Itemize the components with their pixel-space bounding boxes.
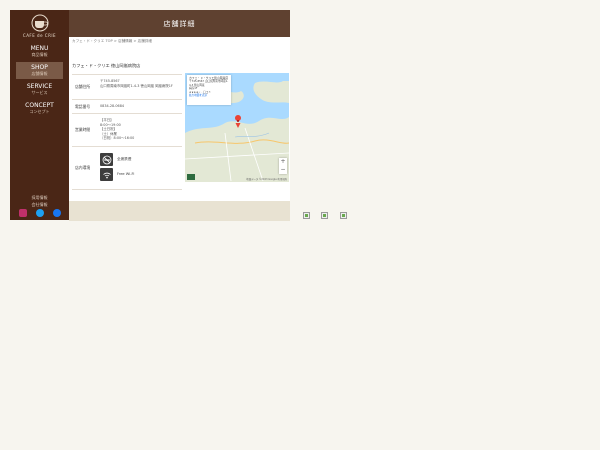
cup-logo-icon [31, 14, 48, 32]
nav-item-sublabel: コンセプト [29, 109, 50, 114]
nav-item-label: CONCEPT [25, 102, 54, 109]
side-links: 採用情報 会社情報 [10, 194, 69, 208]
wifi-icon [100, 168, 113, 181]
footer-band [69, 201, 290, 221]
nav-item-sublabel: 店舗情報 [31, 71, 48, 76]
phone-value[interactable]: 0834-28-0684 [98, 100, 182, 113]
twitter-icon[interactable] [35, 209, 44, 217]
nav-item-sublabel: サービス [31, 90, 48, 95]
table-row: 店内環境 全席禁煙 Free Wi-Fi [72, 147, 182, 190]
facility-label: 店内環境 [75, 165, 91, 170]
company-link[interactable]: 会社情報 [10, 201, 69, 208]
shop-name: カフェ・ド・クリエ 徳山岡嵐病院店 [72, 63, 141, 68]
nav-item-service[interactable]: SERVICE サービス [16, 81, 63, 98]
nav-item-menu[interactable]: MENU 商品情報 [16, 43, 63, 60]
page-title: 店舗詳細 [163, 19, 196, 28]
address-line: 山口県周南市岡嵐町1-4-3 徳山岡嵐 岡嵐病院1F [100, 83, 173, 88]
facility-text: 全席禁煙 [117, 157, 132, 162]
facility-item: 全席禁煙 [100, 153, 180, 166]
broken-image-icon[interactable] [303, 212, 310, 219]
nav-item-label: SERVICE [26, 83, 53, 90]
table-row: 営業時間 【平日】 8:00～19:00 【土日祝】 （土）休業 （日祝）8:0… [72, 114, 182, 147]
google-map[interactable]: カフェ・ド・クリエ徳山岡嵐店 〒745-8567 山口県周南市岡嵐1-4-3 徳… [185, 73, 289, 182]
logo-text: CAFE de CRIE [22, 33, 57, 38]
map-thumbnail[interactable] [187, 174, 195, 180]
nav-item-concept[interactable]: CONCEPT コンセプト [16, 100, 63, 117]
zoom-in-button[interactable]: + [279, 158, 287, 166]
phone-label: 電話番号 [75, 103, 91, 109]
address-label: 店舗住所 [75, 84, 91, 89]
sidebar: CAFE de CRIE MENU 商品情報 SHOP 店舗情報 SERVICE… [10, 10, 69, 220]
instagram-icon[interactable] [18, 209, 27, 217]
map-info-card[interactable]: カフェ・ド・クリエ徳山岡嵐店 〒745-8567 山口県周南市岡嵐1-4-3 徳… [187, 75, 231, 105]
map-enlarge-link[interactable]: 拡大地図を表示 [189, 94, 229, 97]
hours-label: 営業時間 [75, 127, 91, 132]
recruit-link[interactable]: 採用情報 [10, 194, 69, 201]
facility-text: Free Wi-Fi [117, 172, 135, 177]
nav-item-sublabel: 商品情報 [31, 52, 48, 57]
table-row: 電話番号 0834-28-0684 [72, 100, 182, 114]
address-value: 〒745-8567 山口県周南市岡嵐町1-4-3 徳山岡嵐 岡嵐病院1F [98, 75, 182, 99]
broken-image-icon[interactable] [321, 212, 328, 219]
main-nav: MENU 商品情報 SHOP 店舗情報 SERVICE サービス CONCEPT… [10, 41, 69, 119]
hours-value: 【平日】 8:00～19:00 【土日祝】 （土）休業 （日祝）8:00～16:… [98, 114, 182, 146]
map-zoom-control: + − [279, 158, 287, 174]
breadcrumb[interactable]: カフェ・ド・クリエ TOP > 店舗情報 > 店舗詳細 [72, 39, 152, 44]
broken-image-icon[interactable] [340, 212, 347, 219]
nav-item-label: MENU [30, 45, 49, 52]
facility-value: 全席禁煙 Free Wi-Fi [98, 147, 182, 189]
nav-item-shop[interactable]: SHOP 店舗情報 [16, 62, 63, 79]
page-header: 店舗詳細 [69, 10, 290, 37]
shop-info-table: 店舗住所 〒745-8567 山口県周南市岡嵐町1-4-3 徳山岡嵐 岡嵐病院1… [72, 74, 182, 190]
table-row: 店舗住所 〒745-8567 山口県周南市岡嵐町1-4-3 徳山岡嵐 岡嵐病院1… [72, 75, 182, 100]
nav-item-label: SHOP [31, 64, 48, 71]
shop-detail-content: カフェ・ド・クリエ TOP > 店舗情報 > 店舗詳細 カフェ・ド・クリエ 徳山… [69, 37, 290, 201]
map-attribution: 地図データ ©2023 Google 利用規約 [246, 178, 287, 181]
facility-item: Free Wi-Fi [100, 168, 180, 181]
no-smoking-icon [100, 153, 113, 166]
social-links [10, 209, 69, 217]
facebook-icon[interactable] [52, 209, 61, 217]
zoom-out-button[interactable]: − [279, 166, 287, 174]
hours-line: （日祝）8:00～16:00 [100, 136, 135, 141]
